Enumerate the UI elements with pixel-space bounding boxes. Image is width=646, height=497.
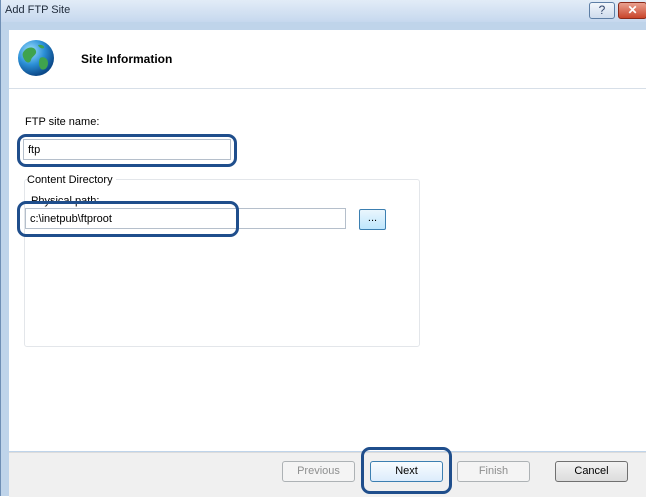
add-ftp-site-dialog: Add FTP Site ? ✕ Site Information FTP si…: [0, 0, 646, 497]
physical-path-highlight: [17, 201, 239, 237]
help-icon: ?: [598, 3, 606, 17]
wizard-footer: Previous Next Finish Cancel: [9, 447, 646, 497]
help-button[interactable]: ?: [589, 2, 615, 19]
globe-icon: [18, 40, 54, 76]
browse-button[interactable]: ...: [359, 209, 386, 230]
cancel-button[interactable]: Cancel: [555, 461, 628, 482]
site-name-highlight: [17, 134, 237, 167]
close-icon: ✕: [627, 3, 638, 17]
close-button[interactable]: ✕: [618, 2, 646, 19]
previous-label: Previous: [297, 465, 340, 477]
previous-button[interactable]: Previous: [282, 461, 355, 482]
wizard-header: Site Information: [9, 30, 646, 89]
wizard-body: FTP site name: Content Directory Physica…: [9, 89, 646, 451]
site-name-label: FTP site name:: [25, 116, 100, 128]
content-directory-label: Content Directory: [27, 174, 116, 186]
cancel-label: Cancel: [574, 465, 609, 477]
page-title: Site Information: [81, 52, 173, 66]
title-bar[interactable]: Add FTP Site ? ✕: [1, 0, 646, 22]
finish-button[interactable]: Finish: [457, 461, 530, 482]
browse-label: ...: [367, 212, 378, 224]
finish-label: Finish: [478, 465, 509, 477]
next-highlight: [361, 447, 452, 494]
window-title: Add FTP Site: [5, 4, 71, 16]
